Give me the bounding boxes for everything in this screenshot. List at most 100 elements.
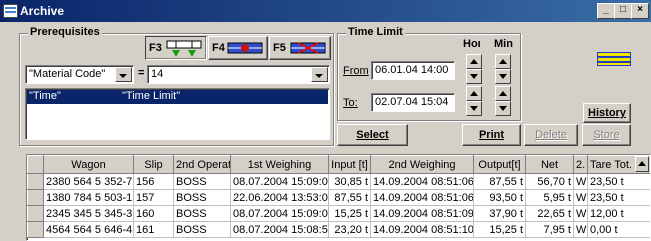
f3-label: F3 xyxy=(149,42,162,54)
column-header[interactable]: Output[t] xyxy=(473,155,526,174)
row-indicator[interactable] xyxy=(27,173,44,190)
list-item[interactable]: "Time" "Time Limit" xyxy=(27,90,328,104)
cell-slip: 161 xyxy=(133,221,174,238)
cell-net: 5,95 t xyxy=(525,189,574,206)
minute-label: Min xyxy=(494,38,513,50)
cell-type: W xyxy=(573,173,588,190)
chevron-down-icon[interactable] xyxy=(311,67,328,82)
to-label: To: xyxy=(343,97,358,109)
cell-wagon: 1380 784 5 503-1 xyxy=(43,189,134,206)
table-row[interactable]: 1380 784 5 503-1 157 BOSS 22.06.2004 13:… xyxy=(27,189,650,206)
field-select-value: "Material Code" xyxy=(29,68,106,80)
store-label: Store xyxy=(593,129,620,141)
prerequisites-label: Prerequisites xyxy=(28,26,102,38)
scroll-up-button[interactable] xyxy=(635,156,649,172)
table-row[interactable]: 4564 564 5 646-4 161 BOSS 08.07.2004 15:… xyxy=(27,221,650,238)
f5-filter-button[interactable]: F5 xyxy=(269,36,331,60)
cell-output: 37,90 t xyxy=(473,205,526,222)
cell-operator: BOSS xyxy=(173,173,231,190)
minimize-button[interactable]: _ xyxy=(597,3,615,19)
operator-label: = xyxy=(138,67,145,79)
cell-net: 56,70 t xyxy=(525,173,574,190)
table-header-row: Wagon Slip 2nd Operato 1st Weighing Inpu… xyxy=(27,155,650,174)
weighing-table[interactable]: Wagon Slip 2nd Operato 1st Weighing Inpu… xyxy=(26,154,651,241)
cell-output: 93,50 t xyxy=(473,189,526,206)
delete-button[interactable]: Delete xyxy=(524,124,578,146)
cell-tare: 23,50 t xyxy=(587,189,650,206)
store-button[interactable]: Store xyxy=(582,124,631,146)
print-button[interactable]: Print xyxy=(462,124,521,146)
value-select-value: 14 xyxy=(151,68,164,80)
from-date-input[interactable]: 06.01.04 14:00 xyxy=(371,61,455,80)
column-header[interactable]: Input [t] xyxy=(328,155,371,174)
field-select[interactable]: "Material Code" xyxy=(25,65,134,84)
condition-list[interactable]: "Time" "Time Limit" xyxy=(25,88,330,140)
cell-slip: 156 xyxy=(133,173,174,190)
list-item-value: "Time Limit" xyxy=(122,90,181,102)
cell-input: 15,25 t xyxy=(328,205,371,222)
f3-add-icon xyxy=(166,40,202,57)
cell-tare: 23,50 t xyxy=(587,173,650,190)
f5-label: F5 xyxy=(273,42,286,54)
table-row[interactable]: 2345 345 5 345-3 160 BOSS 08.07.2004 15:… xyxy=(27,205,650,222)
cell-wagon: 2380 564 5 352-7 xyxy=(43,173,134,190)
cell-tare: 12,00 t xyxy=(587,205,650,222)
prerequisites-group: Prerequisites F3 F4 F5 "Material Code" =… xyxy=(19,26,334,146)
to-hour-spinner[interactable] xyxy=(466,86,482,116)
from-hour-spinner[interactable] xyxy=(466,54,482,84)
column-header[interactable]: 2nd Weighing xyxy=(370,155,474,174)
from-label: From xyxy=(343,65,369,77)
cell-second-weighing: 14.09.2004 08:51:06 xyxy=(370,173,474,190)
column-header[interactable]: 2. xyxy=(573,155,588,174)
window-title: Archive xyxy=(20,4,65,18)
close-button[interactable]: × xyxy=(631,3,649,19)
cell-first-weighing: 22.06.2004 13:53:04 xyxy=(230,189,329,206)
column-header-label: Tare Tot. xyxy=(590,158,632,171)
history-button[interactable]: History xyxy=(583,103,631,123)
cell-second-weighing: 14.09.2004 08:51:09 xyxy=(370,205,474,222)
from-minute-spinner[interactable] xyxy=(495,54,511,84)
column-header[interactable] xyxy=(27,155,44,174)
f3-filter-button[interactable]: F3 xyxy=(145,36,207,60)
row-indicator[interactable] xyxy=(27,189,44,206)
chevron-down-icon[interactable] xyxy=(115,67,132,82)
cell-second-weighing: 14.09.2004 08:51:06 xyxy=(370,189,474,206)
time-limit-group: Time Limit Hoι Min From 06.01.04 14:00 T… xyxy=(337,26,521,121)
cell-input: 30,85 t xyxy=(328,173,371,190)
cell-slip: 157 xyxy=(133,189,174,206)
row-indicator[interactable] xyxy=(27,221,44,238)
column-header[interactable]: Net xyxy=(525,155,574,174)
cell-output: 87,55 t xyxy=(473,173,526,190)
maximize-button[interactable]: □ xyxy=(614,3,632,19)
to-date-value: 02.07.04 15:04 xyxy=(375,96,449,108)
column-header[interactable]: 1st Weighing xyxy=(230,155,329,174)
row-indicator[interactable] xyxy=(27,205,44,222)
f4-label: F4 xyxy=(212,42,225,54)
to-minute-spinner[interactable] xyxy=(495,86,511,116)
cell-net: 22,65 t xyxy=(525,205,574,222)
cell-second-weighing: 14.09.2004 08:51:10 xyxy=(370,221,474,238)
hour-label: Hoι xyxy=(463,38,481,50)
cell-first-weighing: 08.07.2004 15:09:04 xyxy=(230,205,329,222)
cell-output: 15,25 t xyxy=(473,221,526,238)
cell-input: 87,55 t xyxy=(328,189,371,206)
arrow-up-icon xyxy=(638,161,646,166)
f5-remove-icon xyxy=(290,42,326,54)
cell-operator: BOSS xyxy=(173,189,231,206)
cell-type: W xyxy=(573,221,588,238)
column-header[interactable]: Slip xyxy=(133,155,174,174)
column-header[interactable]: 2nd Operato xyxy=(173,155,231,174)
table-row[interactable]: 2380 564 5 352-7 156 BOSS 08.07.2004 15:… xyxy=(27,173,650,190)
column-header[interactable]: Wagon xyxy=(43,155,134,174)
value-select[interactable]: 14 xyxy=(147,65,330,84)
weighing-grid: Wagon Slip 2nd Operato 1st Weighing Inpu… xyxy=(27,155,650,238)
f4-filter-button[interactable]: F4 xyxy=(208,36,268,60)
cell-operator: BOSS xyxy=(173,205,231,222)
title-bar: Archive _ □ × xyxy=(0,0,651,22)
cell-tare: 0,00 t xyxy=(587,221,650,238)
cell-operator: BOSS xyxy=(173,221,231,238)
select-button[interactable]: Select xyxy=(337,124,408,146)
cell-first-weighing: 08.07.2004 15:09:06 xyxy=(230,173,329,190)
to-date-input[interactable]: 02.07.04 15:04 xyxy=(371,93,455,112)
from-date-value: 06.01.04 14:00 xyxy=(375,64,449,76)
